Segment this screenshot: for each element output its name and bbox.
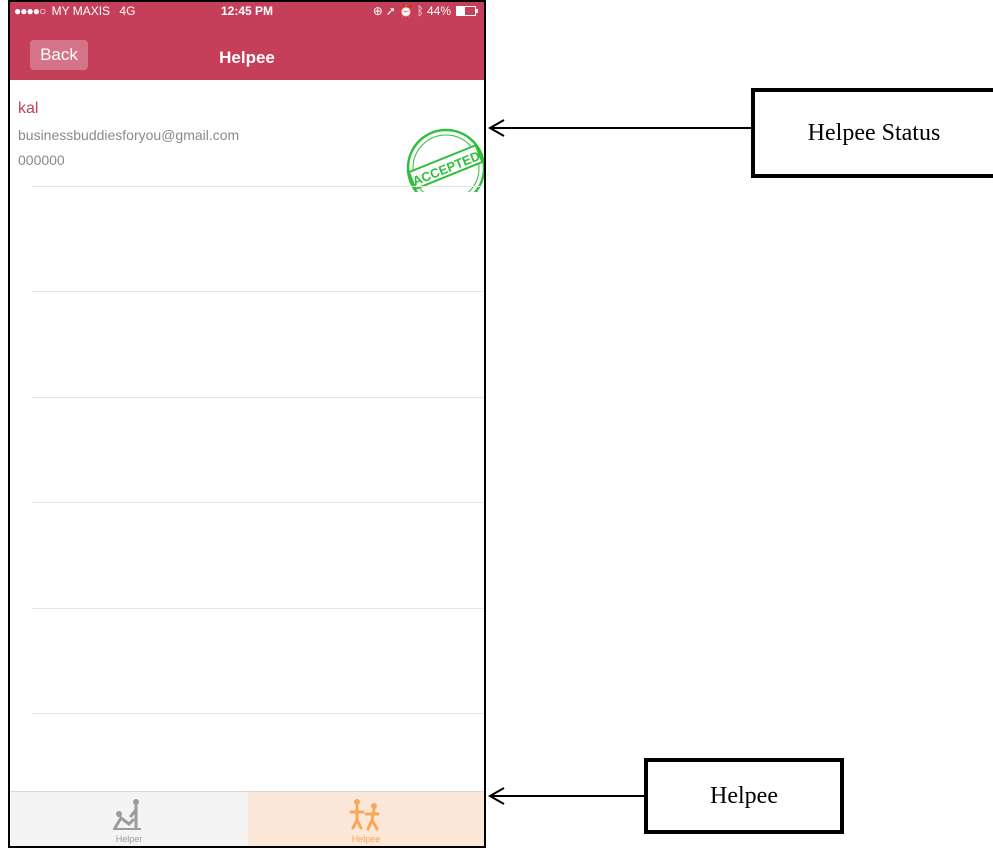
battery-icon xyxy=(456,6,478,16)
helpee-name: kal xyxy=(18,100,39,117)
helpee-phone: 000000 xyxy=(18,152,65,168)
tab-helpee[interactable]: Helpee xyxy=(248,792,484,846)
helpee-tab-callout: Helpee xyxy=(644,758,844,834)
page-title: Helpee xyxy=(219,48,275,67)
alarm-icon: ⏰ xyxy=(398,4,414,18)
helper-icon xyxy=(113,799,141,830)
row-divider xyxy=(32,502,484,503)
bluetooth-icon: ᛒ xyxy=(416,4,424,18)
row-divider xyxy=(32,186,484,187)
battery-percent: 44% xyxy=(426,4,451,18)
helpee-email: businessbuddiesforyou@gmail.com xyxy=(18,127,240,143)
helpee-status-callout: Helpee Status xyxy=(751,88,993,178)
phone-screenshot: ●●●●○ MY MAXIS 4G 12:45 PM ⊕ ➚ ⏰ ᛒ 44% B… xyxy=(8,0,486,848)
tab-helper-label: Helper xyxy=(115,834,143,844)
row-divider xyxy=(32,713,484,714)
row-divider xyxy=(32,397,484,398)
navigation-bar: Back Helpee xyxy=(10,20,484,80)
row-divider xyxy=(32,291,484,292)
accepted-stamp-icon: ACCEPTED xyxy=(406,128,484,192)
tab-helper[interactable]: Helper xyxy=(10,792,248,846)
tab-helpee-label: Helpee xyxy=(351,834,381,844)
tab-arrow xyxy=(487,787,646,805)
row-divider xyxy=(32,608,484,609)
location-arrow-icon: ➚ xyxy=(385,4,396,18)
status-arrow xyxy=(487,119,752,137)
helpee-icon xyxy=(349,799,380,831)
list-item[interactable]: kal businessbuddiesforyou@gmail.com 0000… xyxy=(10,80,484,192)
lock-rotation-icon: ⊕ xyxy=(372,4,383,18)
status-bar: ●●●●○ MY MAXIS 4G 12:45 PM ⊕ ➚ ⏰ ᛒ 44% xyxy=(10,2,484,20)
status-right: ⊕ ➚ ⏰ ᛒ 44% xyxy=(372,4,478,18)
tab-bar: Helper Helpee xyxy=(10,791,484,846)
